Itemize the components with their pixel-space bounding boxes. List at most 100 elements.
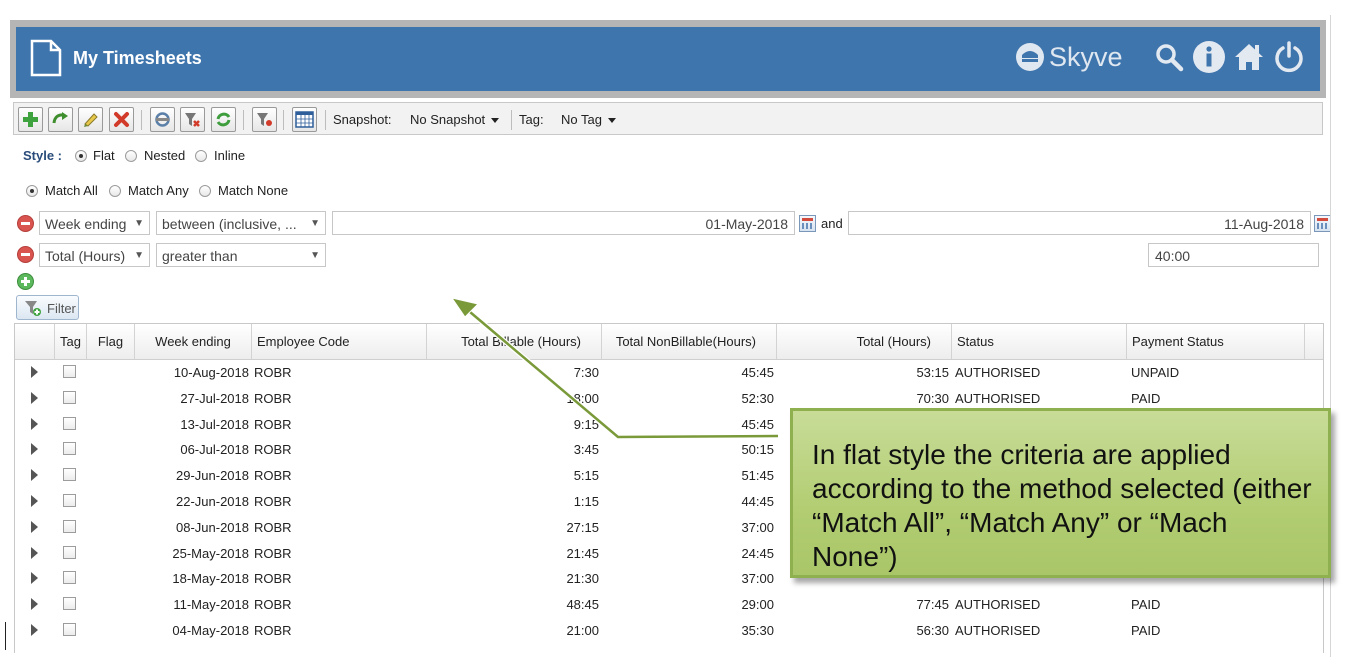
column-header-status[interactable]: Status [952,324,1127,359]
cell-week-ending: 27-Jul-2018 [180,390,249,406]
delete-button[interactable] [109,107,134,132]
cell-employee-code: ROBR [254,571,292,587]
edit-button[interactable] [78,107,103,132]
clear-filter-button[interactable] [180,107,205,132]
style-nested-label: Nested [144,148,186,163]
power-icon[interactable] [1272,39,1306,75]
zoom-in-button[interactable] [48,107,73,132]
delete-icon [114,112,129,127]
expand-row-icon[interactable] [31,366,38,378]
cell-employee-code: ROBR [254,597,292,613]
tag-checkbox[interactable] [63,597,76,611]
table-row[interactable]: 11-May-2018 ROBR 48:45 29:00 77:45 AUTHORISED… [15,591,1323,617]
cell-payment-status: PAID [1131,597,1161,613]
cell-total-billable: 21:00 [566,623,599,638]
criterion-field-value: Week ending [45,216,127,232]
brand-name: Skyve [1049,41,1123,72]
calendar-icon [295,111,314,128]
snapshot-select[interactable]: No Snapshot [410,112,500,127]
tag-checkbox[interactable] [63,365,76,378]
column-header-tag[interactable]: Tag [55,324,87,359]
refresh-icon [155,112,170,127]
tag-checkbox[interactable] [63,571,76,585]
cell-employee-code: ROBR [254,390,292,406]
match-any-radio[interactable] [109,185,121,197]
expand-row-icon[interactable] [31,391,38,404]
add-icon [23,112,38,127]
cell-employee-code: ROBR [254,365,292,380]
criterion-end-date-input[interactable]: 11-Aug-2018 [848,211,1311,235]
style-inline-label: Inline [214,148,246,163]
column-header-total-nonbillable[interactable]: Total NonBillable(Hours) [602,324,777,359]
app-header: My Timesheets Skyve [16,27,1320,91]
cell-employee-code: ROBR [254,545,292,561]
column-header-week-ending[interactable]: Week ending [135,324,252,359]
tag-checkbox[interactable] [63,545,76,559]
style-nested-radio[interactable] [125,150,137,162]
expand-row-icon[interactable] [31,495,38,507]
search-icon[interactable] [1152,39,1186,75]
cell-status: AUTHORISED [955,623,1041,638]
home-icon[interactable] [1232,39,1266,75]
brand-logo: Skyve [1015,40,1123,74]
expand-row-icon[interactable] [31,572,38,585]
column-header-payment-status[interactable]: Payment Status [1127,324,1305,359]
tag-checkbox[interactable] [63,416,76,430]
tag-checkbox[interactable] [63,390,76,404]
column-header-total-billable[interactable]: Total Billable (Hours) [427,324,602,359]
info-icon[interactable] [1192,39,1226,75]
tag-checkbox[interactable] [63,623,76,636]
calendar-icon[interactable] [1314,215,1331,232]
filter-icon [25,301,41,316]
tag-checkbox[interactable] [63,468,76,482]
tag-checkbox[interactable] [63,494,76,507]
text-cursor [5,622,6,650]
tag-select[interactable]: No Tag [561,112,616,127]
calendar-view-button[interactable] [292,107,317,132]
table-row[interactable]: 27-Jul-2018 ROBR 18:00 52:30 70:30 AUTHORISED… [15,385,1323,411]
column-header-employee-code[interactable]: Employee Code [252,324,427,359]
match-none-radio[interactable] [199,185,211,197]
style-inline-radio[interactable] [195,150,207,162]
expand-row-icon[interactable] [31,598,38,611]
expand-row-icon[interactable] [31,546,38,559]
criterion-field-select[interactable]: Week ending ▼ [39,211,150,235]
summary-button[interactable] [252,107,277,132]
tag-checkbox[interactable] [63,442,76,456]
column-header-total-hours[interactable]: Total (Hours) [777,324,952,359]
expand-row-icon[interactable] [31,469,38,482]
toolbar: Snapshot: No Snapshot Tag: No Tag [13,102,1323,135]
table-row[interactable]: 04-May-2018 ROBR 21:00 35:30 56:30 AUTHORISED… [15,617,1323,643]
expand-row-icon[interactable] [31,443,38,456]
remove-criterion-button[interactable] [17,246,34,263]
match-all-radio[interactable] [26,185,38,197]
style-flat-radio[interactable] [75,150,87,162]
tag-checkbox[interactable] [63,519,76,533]
criterion-operator-select[interactable]: between (inclusive, ... ▼ [156,211,326,235]
reload-button[interactable] [211,107,236,132]
calendar-icon[interactable] [799,215,816,232]
cell-total-hours: 53:15 [916,365,949,380]
zoom-in-icon [52,112,68,124]
cell-total-nonbillable: 45:45 [741,416,774,432]
cell-payment-status: UNPAID [1131,365,1180,380]
column-header-flag[interactable]: Flag [87,324,135,359]
add-criterion-button[interactable] [17,273,34,290]
chevron-down-icon: ▼ [310,218,320,229]
cell-week-ending: 04-May-2018 [172,623,249,638]
criterion-operator-select[interactable]: greater than ▼ [156,243,326,267]
column-expander [15,324,55,359]
cell-total-hours: 70:30 [916,390,949,406]
expand-row-icon[interactable] [31,624,38,636]
add-button[interactable] [18,107,43,132]
refresh-button[interactable] [150,107,175,132]
criterion-value-input[interactable]: 40:00 [1148,243,1319,267]
criterion-start-date-input[interactable]: 01-May-2018 [332,211,795,235]
filter-button[interactable]: Filter [16,295,79,320]
cell-total-billable: 5:15 [573,468,599,484]
expand-row-icon[interactable] [31,417,38,430]
remove-criterion-button[interactable] [17,215,34,232]
table-row[interactable]: 10-Aug-2018 ROBR 7:30 45:45 53:15 AUTHORISED U… [15,359,1323,385]
expand-row-icon[interactable] [31,520,38,533]
criterion-field-select[interactable]: Total (Hours) ▼ [39,243,150,267]
